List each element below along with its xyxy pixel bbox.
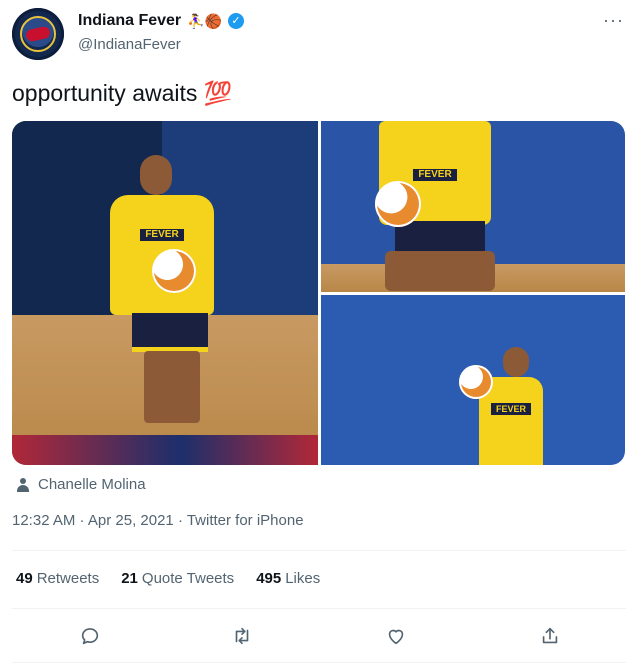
stat-quote-tweets[interactable]: 21 Quote Tweets: [121, 570, 234, 587]
credit-name[interactable]: Chanelle Molina: [38, 476, 146, 493]
hundred-emoji: 💯: [203, 80, 233, 106]
legs: [144, 351, 200, 423]
divider: [12, 608, 626, 609]
shorts: [132, 313, 208, 352]
photo-credit[interactable]: Chanelle Molina: [16, 476, 146, 493]
head: [140, 155, 172, 195]
display-name[interactable]: Indiana Fever: [78, 12, 181, 30]
legs: [385, 251, 495, 291]
jersey-text: FEVER: [491, 403, 531, 415]
tweet-body: opportunity awaits: [12, 80, 198, 106]
basketball: [152, 249, 196, 293]
media-grid[interactable]: FEVER FEVER FEVER: [12, 121, 625, 465]
photo-1[interactable]: FEVER: [12, 121, 318, 465]
verified-badge-icon: ✓: [228, 13, 245, 29]
tweet-text: opportunity awaits 💯: [12, 80, 232, 107]
photo-2[interactable]: FEVER: [321, 121, 625, 292]
divider: [12, 550, 626, 551]
retweet-icon[interactable]: [228, 622, 256, 650]
tweet-meta[interactable]: 12:32 AM · Apr 25, 2021 · Twitter for iP…: [12, 512, 304, 529]
court-stripe: [12, 435, 318, 465]
jersey-text: FEVER: [413, 169, 457, 181]
divider: [12, 662, 626, 663]
action-bar: [0, 620, 640, 652]
reply-icon[interactable]: [76, 622, 104, 650]
name-emojis: ⛹️‍♀️🏀: [187, 12, 223, 29]
avatar[interactable]: [12, 8, 64, 60]
share-icon[interactable]: [536, 622, 564, 650]
basketball: [375, 181, 421, 227]
handle[interactable]: @IndianaFever: [78, 36, 181, 53]
head: [503, 347, 529, 377]
tweet-card[interactable]: Indiana Fever ⛹️‍♀️🏀 ✓ @IndianaFever ···…: [0, 0, 640, 666]
basketball: [459, 365, 493, 399]
stat-likes[interactable]: 495 Likes: [256, 570, 320, 587]
photo-3[interactable]: FEVER: [321, 295, 625, 465]
name-row: Indiana Fever ⛹️‍♀️🏀 ✓: [78, 12, 245, 30]
stat-retweets[interactable]: 49 Retweets: [16, 570, 99, 587]
jersey-text: FEVER: [140, 229, 184, 241]
more-options-icon[interactable]: ···: [603, 10, 624, 31]
engagement-stats: 49 Retweets 21 Quote Tweets 495 Likes: [16, 570, 320, 587]
like-icon[interactable]: [382, 622, 410, 650]
person-icon: [16, 477, 30, 492]
